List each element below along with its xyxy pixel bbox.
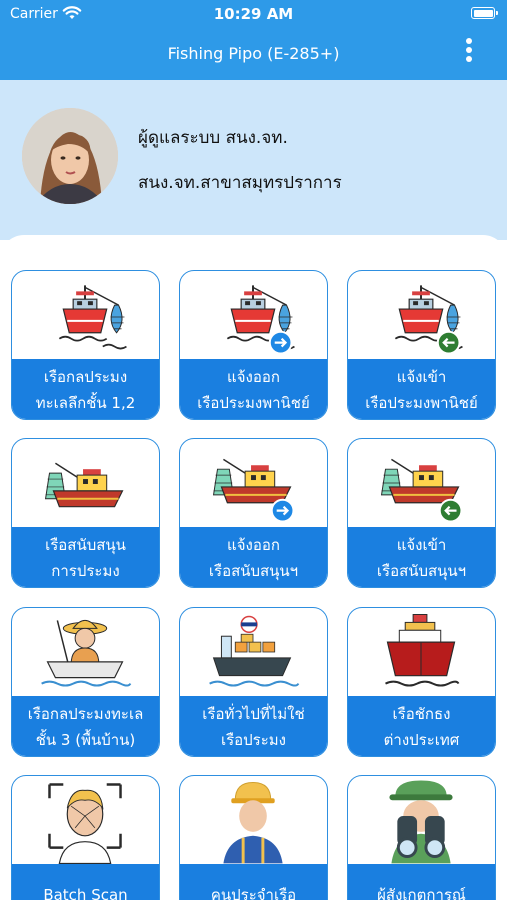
menu-fishing-support-vessel[interactable]: เรือสนับสนุน การประมง — [11, 438, 160, 588]
battery-icon — [471, 7, 498, 19]
more-vertical-icon — [466, 38, 472, 44]
menu-label-line1: เรือทั่วไปที่ไม่ใช่ — [202, 705, 305, 723]
menu-support-vessel-arrival[interactable]: แจ้งเข้า เรือสนับสนุนฯ — [347, 438, 496, 588]
app-title: Fishing Pipo (E-285+) — [167, 44, 340, 63]
worker-icon — [223, 782, 283, 864]
menu-label: แจ้งเข้า เรือสนับสนุนฯ — [348, 527, 495, 587]
menu-label-line1: เรือกลประมงทะเล — [27, 705, 144, 723]
fishing-boat-departure-icon — [226, 284, 296, 355]
menu-label: คนประจำเรือ — [180, 864, 327, 900]
fishing-boat-arrival-icon — [394, 284, 464, 355]
menu-commercial-boat-departure[interactable]: แจ้งออก เรือประมงพานิชย์ — [179, 270, 328, 420]
menu-artisanal-fishing-boat[interactable]: เรือกลประมงทะเล ชั้น 3 (พื้นบ้าน) — [11, 607, 160, 757]
fishing-boat-icon — [58, 284, 128, 350]
menu-label-line1: เรือกลประมง — [43, 368, 128, 386]
more-dot — [466, 56, 472, 62]
avatar[interactable] — [22, 108, 118, 204]
menu-label-line1: Batch Scan — [43, 886, 128, 900]
menu-observer[interactable]: ผู้สังเกตการณ์ — [347, 775, 496, 900]
profile-name: ผู้ดูแลระบบ สนง.จท. — [138, 128, 288, 148]
cargo-ship-icon — [209, 615, 300, 687]
menu-label: ผู้สังเกตการณ์ — [348, 864, 495, 900]
avatar-photo — [22, 108, 118, 204]
menu-label-line2: เรือสนับสนุนฯ — [376, 562, 467, 580]
fisherman-boat-icon — [41, 619, 132, 687]
support-vessel-arrival-icon — [380, 458, 463, 523]
menu-label-line1: เรือชักธง — [392, 705, 451, 723]
support-vessel-icon — [44, 462, 124, 508]
menu-crew-member[interactable]: คนประจำเรือ — [179, 775, 328, 900]
menu-non-fishing-vessel[interactable]: เรือทั่วไปที่ไม่ใช่ เรือประมง — [179, 607, 328, 757]
status-bar: Carrier 10:29 AM — [0, 0, 507, 28]
menu-label: แจ้งเข้า เรือประมงพานิชย์ — [348, 359, 495, 419]
menu-label-line2: ทะเลลึกชั้น 1,2 — [35, 394, 136, 412]
menu-support-vessel-departure[interactable]: แจ้งออก เรือสนับสนุนฯ — [179, 438, 328, 588]
menu-label-line2: เรือประมงพานิชย์ — [365, 394, 478, 412]
menu-label: เรือสนับสนุน การประมง — [12, 527, 159, 587]
menu-label-line1: ผู้สังเกตการณ์ — [377, 886, 466, 900]
menu-label-line2: เรือประมงพานิชย์ — [197, 394, 310, 412]
menu-label: เรือกลประมงทะเล ชั้น 3 (พื้นบ้าน) — [12, 696, 159, 756]
menu-label: เรือชักธง ต่างประเทศ — [348, 696, 495, 756]
menu-label: แจ้งออก เรือสนับสนุนฯ — [180, 527, 327, 587]
menu-batch-scan[interactable]: Batch Scan — [11, 775, 160, 900]
menu-label: แจ้งออก เรือประมงพานิชย์ — [180, 359, 327, 419]
face-scan-icon — [48, 783, 122, 864]
menu-label: เรือกลประมง ทะเลลึกชั้น 1,2 — [12, 359, 159, 419]
menu-foreign-flag-vessel[interactable]: เรือชักธง ต่างประเทศ — [347, 607, 496, 757]
menu-label-line1: เรือสนับสนุน — [45, 536, 126, 554]
support-vessel-departure-icon — [212, 458, 295, 523]
status-time: 10:29 AM — [213, 5, 294, 23]
menu-commercial-boat-arrival[interactable]: แจ้งเข้า เรือประมงพานิชย์ — [347, 270, 496, 420]
menu-label-line2: ต่างประเทศ — [383, 731, 460, 749]
menu-label-line1: แจ้งเข้า — [396, 368, 447, 386]
menu-label: Batch Scan — [12, 864, 159, 900]
binoculars-observer-icon — [389, 780, 453, 864]
menu-label-line1: คนประจำเรือ — [210, 886, 297, 900]
more-options-button[interactable] — [463, 38, 475, 68]
menu-label-line2: การประมง — [51, 562, 120, 580]
menu-label-line1: แจ้งออก — [227, 536, 280, 554]
foreign-ship-icon — [385, 614, 460, 687]
menu-label-line2: ชั้น 3 (พื้นบ้าน) — [35, 731, 136, 749]
menu-label: เรือทั่วไปที่ไม่ใช่ เรือประมง — [180, 696, 327, 756]
more-dot — [466, 47, 472, 53]
menu-label-line1: แจ้งออก — [227, 368, 280, 386]
menu-deep-sea-fishing-boat[interactable]: เรือกลประมง ทะเลลึกชั้น 1,2 — [11, 270, 160, 420]
profile-organization: สนง.จท.สาขาสมุทรปราการ — [138, 173, 342, 193]
menu-label-line2: เรือประมง — [220, 731, 287, 749]
menu-label-line1: แจ้งเข้า — [396, 536, 447, 554]
menu-label-line2: เรือสนับสนุนฯ — [208, 562, 299, 580]
